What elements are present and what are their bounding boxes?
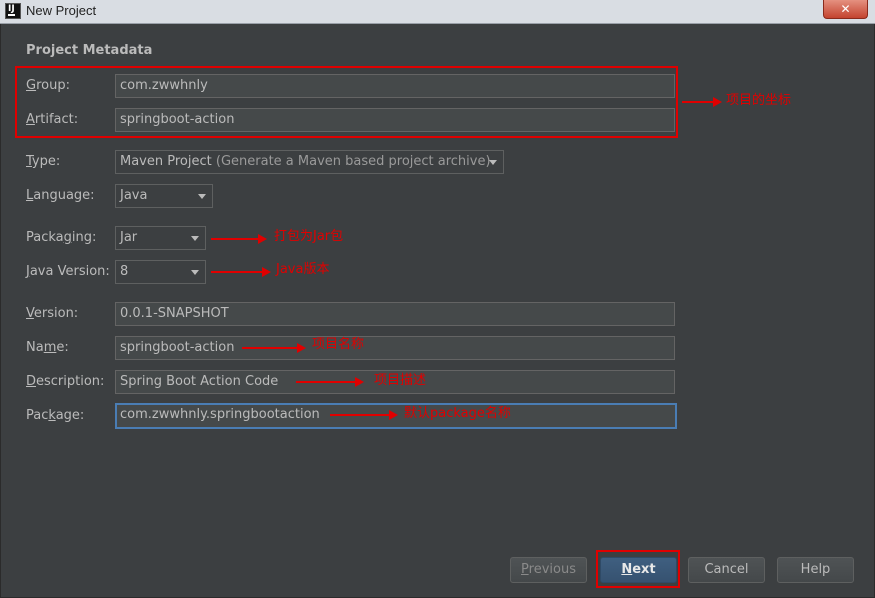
- help-button[interactable]: Help: [777, 557, 854, 583]
- description-label: Description:: [26, 374, 105, 389]
- language-label: Language:: [26, 188, 95, 203]
- chevron-down-icon: [191, 236, 199, 241]
- description-arrow: [296, 377, 364, 387]
- description-note: 项目描述: [374, 373, 427, 388]
- close-window-button[interactable]: ✕: [823, 0, 868, 19]
- chevron-down-icon: [198, 194, 206, 199]
- packaging-select[interactable]: Jar: [115, 226, 206, 250]
- chevron-down-icon: [191, 270, 199, 275]
- name-input[interactable]: springboot-action: [115, 336, 675, 360]
- package-label: Package:: [26, 408, 85, 423]
- package-note: 默认package名称: [404, 406, 511, 421]
- intellij-app-icon: IJ: [5, 3, 21, 19]
- section-title: Project Metadata: [26, 43, 153, 58]
- packaging-arrow: [211, 234, 267, 244]
- java-version-note: Java版本: [276, 262, 330, 277]
- title-bar: IJ New Project ✕: [0, 0, 875, 24]
- java-version-select[interactable]: 8: [115, 260, 206, 284]
- java-version-label: Java Version:: [26, 264, 110, 279]
- language-select[interactable]: Java: [115, 184, 213, 208]
- next-button[interactable]: Next: [600, 557, 677, 583]
- chevron-down-icon: [489, 160, 497, 165]
- type-select[interactable]: Maven Project (Generate a Maven based pr…: [115, 150, 504, 174]
- name-label: Name:: [26, 340, 69, 355]
- coordinates-highlight-box: [15, 66, 678, 138]
- previous-button[interactable]: Previous: [510, 557, 587, 583]
- package-arrow: [330, 410, 398, 420]
- packaging-label: Packaging:: [26, 230, 97, 245]
- java-version-arrow: [211, 267, 271, 277]
- version-input[interactable]: 0.0.1-SNAPSHOT: [115, 302, 675, 326]
- window-title: New Project: [26, 3, 97, 18]
- coordinates-arrow: [682, 97, 722, 107]
- cancel-button[interactable]: Cancel: [688, 557, 765, 583]
- version-label: Version:: [26, 306, 79, 321]
- name-note: 项目名称: [312, 337, 365, 352]
- coordinates-note: 项目的坐标: [726, 93, 792, 108]
- name-arrow: [242, 343, 306, 353]
- packaging-note: 打包为Jar包: [274, 229, 344, 244]
- type-label: Type:: [26, 154, 61, 169]
